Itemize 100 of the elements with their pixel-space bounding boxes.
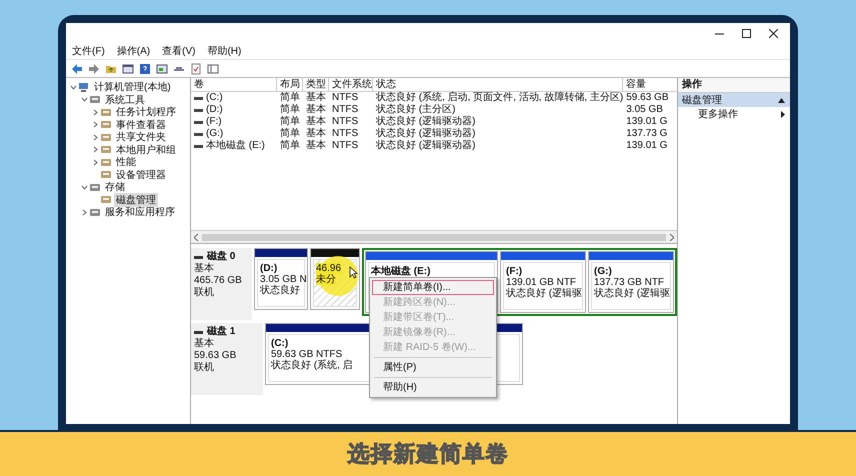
tree-item[interactable]: 事件查看器 (114, 118, 168, 132)
disk-type: 基本 (194, 338, 215, 350)
maximize-icon[interactable] (742, 28, 751, 38)
action-item[interactable]: 更多操作 (678, 107, 790, 121)
window-icon[interactable] (156, 62, 168, 74)
back-arrow-icon[interactable] (71, 62, 83, 74)
submenu-arrow-icon (781, 110, 785, 118)
partition-block[interactable]: (G:) 137.73 GB NTF 状态良好 (逻辑驱 (588, 251, 674, 313)
partition-label: (G:) (594, 266, 612, 277)
node-icon (100, 106, 112, 118)
menu-item[interactable]: 操作(A) (116, 44, 150, 58)
menu-item[interactable]: 查看(V) (162, 44, 196, 58)
table-cell-text: 基本 (306, 116, 326, 128)
node-icon (89, 94, 101, 105)
node-icon (100, 169, 112, 180)
node-icon (89, 206, 101, 218)
column-header[interactable]: 卷 (191, 78, 277, 92)
list-view-icon[interactable] (207, 62, 219, 74)
table-cell: NTFS (332, 104, 358, 116)
window-icon[interactable] (122, 62, 134, 74)
chevron-right-icon[interactable] (92, 146, 98, 153)
menu-item[interactable]: 帮助(H) (207, 44, 242, 58)
table-cell-text: 状态良好 (主分区) (376, 104, 456, 116)
chevron-down-icon[interactable] (80, 96, 88, 103)
table-cell-text: 基本 (306, 128, 326, 140)
cursor-icon (349, 266, 358, 279)
partition-label: (D:) (260, 263, 278, 274)
partition-size: 3.05 GB N (260, 274, 307, 285)
scroll-right-icon[interactable] (669, 234, 674, 240)
unallocated-block[interactable]: 46.96 未分 (310, 248, 360, 310)
table-cell: NTFS (332, 116, 358, 128)
table-cell-text: 简单 (280, 116, 300, 128)
node-icon (100, 132, 112, 142)
node-icon (89, 182, 101, 192)
node-icon (100, 156, 112, 168)
column-header[interactable]: 布局 (277, 78, 303, 92)
table-cell-text: 状态良好 (逻辑驱动器) (376, 116, 476, 128)
chevron-right-icon[interactable] (80, 208, 88, 216)
chevron-right-icon[interactable] (92, 121, 98, 128)
tree-item[interactable]: 磁盘管理 (114, 192, 158, 206)
tree-item[interactable]: 任务计划程序 (114, 105, 178, 119)
disk-size: 59.63 GB (194, 350, 238, 362)
chevron-right-icon[interactable] (92, 158, 98, 166)
table-cell: NTFS (332, 128, 358, 140)
column-header[interactable]: 文件系统 (329, 78, 373, 92)
chevron-down-icon[interactable] (80, 184, 88, 190)
subtitle-text: 选择新建简单卷 (348, 440, 508, 468)
table-cell: NTFS (332, 92, 358, 104)
chevron-right-icon[interactable] (92, 134, 98, 140)
tree-item[interactable]: 系统工具 (103, 92, 147, 106)
table-cell: (D:) (206, 104, 223, 116)
table-cell-text: 基本 (306, 92, 326, 104)
partition-block[interactable]: (D:) 3.05 GB N 状态良好 (254, 248, 308, 310)
disk-status: 联机 (194, 287, 215, 299)
table-cell: 简单 (280, 140, 300, 152)
checklist-icon[interactable] (190, 62, 202, 74)
tree-item[interactable]: 本地用户和组 (114, 142, 178, 156)
node-icon (100, 119, 112, 130)
partition-status: 状态良好 (260, 285, 300, 296)
table-cell: 3.05 GB (626, 104, 663, 116)
tree-item[interactable]: 性能 (114, 155, 138, 169)
partition-size: 59.63 GB NTFS (271, 349, 342, 360)
disk-name: 磁盘 1 (207, 326, 236, 338)
menu-item[interactable]: 属性(P) (372, 360, 494, 375)
column-header[interactable]: 状态 (373, 78, 624, 92)
table-cell: 基本 (306, 140, 326, 152)
node-icon (100, 144, 112, 155)
tree-item[interactable]: 共享文件夹 (114, 130, 168, 144)
tree-item[interactable]: 服务和应用程序 (103, 205, 177, 219)
forward-arrow-icon[interactable] (88, 62, 100, 74)
tree-item[interactable]: 设备管理器 (114, 168, 168, 182)
table-cell: (C:) (206, 92, 223, 104)
table-cell-text: (G:) (206, 128, 224, 140)
column-header[interactable]: 类型 (303, 78, 329, 92)
scroll-left-icon[interactable] (194, 234, 199, 240)
partition-block[interactable]: (F:) 139.01 GB NTF 状态良好 (逻辑驱 (500, 251, 586, 313)
partition-size: 137.73 GB NTF (594, 277, 664, 288)
horizontal-scrollbar[interactable] (191, 231, 677, 244)
table-cell: 139.01 G (626, 140, 668, 152)
chevron-right-icon[interactable] (92, 108, 98, 116)
tree-item[interactable]: 计算机管理(本地) (92, 80, 173, 94)
disk-name: 磁盘 0 (207, 251, 236, 262)
table-cell-text: 简单 (280, 104, 300, 116)
collapse-icon[interactable] (778, 98, 785, 102)
table-cell: NTFS (332, 140, 358, 152)
partition-status: 状态良好 (系统, 启 (271, 360, 353, 371)
partition-size: 139.01 GB NTF (506, 277, 576, 288)
table-cell-text: 状态良好 (系统, 启动, 页面文件, 活动, 故障转储, 主分区) (376, 92, 624, 103)
partition-label: 本地磁盘 (E:) (371, 266, 430, 277)
table-cell-text: 状态良好 (逻辑驱动器) (376, 128, 476, 140)
chevron-down-icon[interactable] (70, 84, 76, 90)
close-icon[interactable] (769, 28, 778, 38)
disk-type: 基本 (194, 263, 215, 275)
table-cell: 本地磁盘 (E:) (206, 140, 265, 152)
menu-item[interactable]: 新建简单卷(I)... (372, 280, 494, 295)
menu-item[interactable]: 文件(F) (72, 44, 105, 58)
action-section[interactable]: 磁盘管理 (678, 93, 790, 107)
table-cell-text: 简单 (280, 128, 300, 140)
tree-item[interactable]: 存储 (103, 180, 127, 194)
help-icon[interactable] (139, 62, 151, 74)
